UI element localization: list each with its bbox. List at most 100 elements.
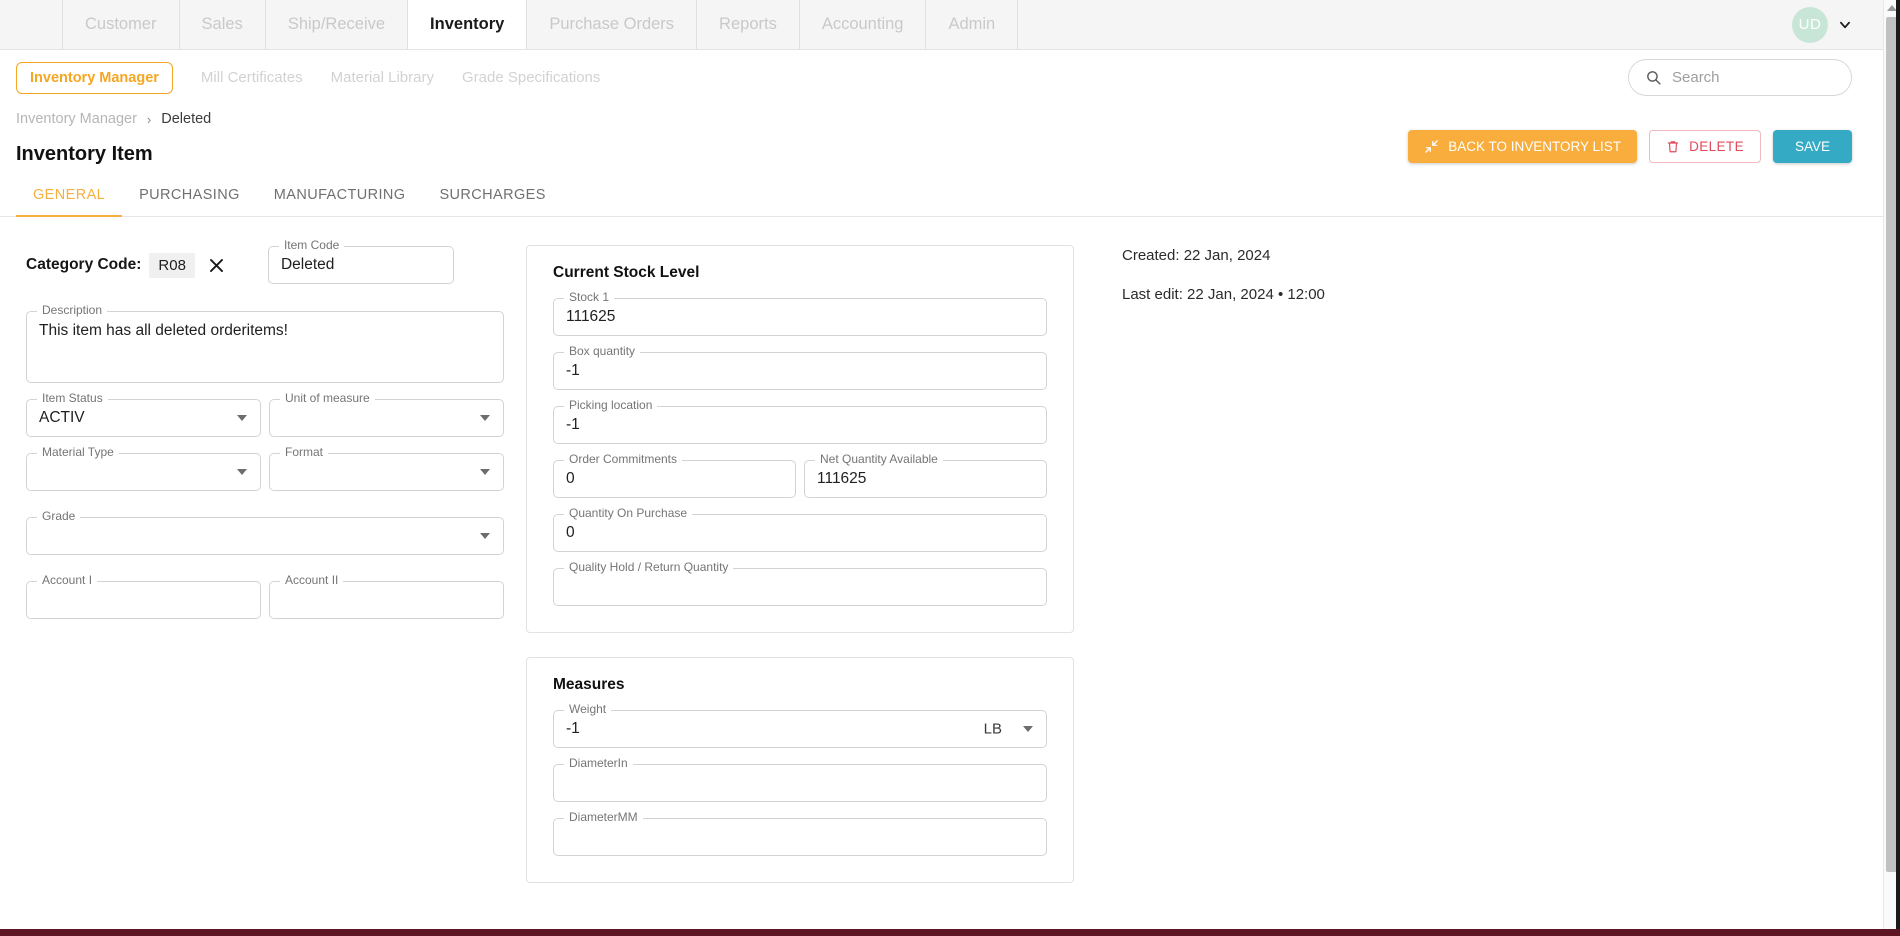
page-header: Inventory Item BACK TO INVENTORY LIST DE… — [0, 127, 1900, 173]
sub-navigation: Inventory Manager Mill Certificates Mate… — [0, 50, 1900, 105]
box-quantity-field[interactable]: Box quantity -1 — [553, 345, 1047, 390]
weight-field[interactable]: Weight -1 LB — [553, 703, 1047, 748]
nav-tab-customer[interactable]: Customer — [62, 0, 180, 49]
nav-tab-inventory[interactable]: Inventory — [407, 0, 528, 49]
account-i-field[interactable]: Account I — [26, 574, 261, 619]
material-format-row: Material Type Format — [26, 437, 504, 491]
nav-tab-admin[interactable]: Admin — [925, 0, 1019, 49]
tab-surcharges[interactable]: SURCHARGES — [422, 187, 562, 217]
subnav-link-grade-specifications[interactable]: Grade Specifications — [462, 69, 600, 86]
save-button[interactable]: SAVE — [1772, 130, 1852, 163]
nav-tab-label: Ship/Receive — [287, 15, 386, 33]
tab-manufacturing[interactable]: MANUFACTURING — [257, 187, 423, 217]
description-label: Description — [37, 304, 108, 316]
collapse-arrows-icon — [1425, 140, 1438, 153]
category-code-chip: R08 — [149, 252, 195, 278]
description-field[interactable]: Description This item has all deleted or… — [26, 304, 504, 383]
subnav-link-mill-certificates[interactable]: Mill Certificates — [201, 69, 303, 86]
clear-category-code-button[interactable] — [207, 256, 226, 275]
tab-purchasing[interactable]: PURCHASING — [122, 187, 257, 217]
quantity-on-purchase-field[interactable]: Quantity On Purchase 0 — [553, 507, 1047, 552]
grade-select[interactable]: Grade — [26, 510, 504, 555]
weight-label: Weight — [564, 703, 612, 715]
unit-of-measure-label: Unit of measure — [280, 392, 375, 404]
avatar[interactable]: UD — [1792, 6, 1828, 43]
account-ii-field[interactable]: Account II — [269, 574, 504, 619]
quantity-on-purchase-value: 0 — [566, 524, 575, 541]
page-actions: BACK TO INVENTORY LIST DELETE SAVE — [1408, 130, 1852, 163]
net-quantity-available-label: Net Quantity Available — [815, 453, 943, 465]
current-stock-level-title: Current Stock Level — [553, 264, 700, 281]
nav-tab-label: Purchase Orders — [549, 15, 675, 33]
category-code-label: Category Code: — [26, 256, 142, 273]
item-status-value: ACTIV — [39, 409, 85, 426]
quality-hold-return-quantity-field[interactable]: Quality Hold / Return Quantity — [553, 561, 1047, 606]
close-icon — [209, 258, 223, 272]
format-select[interactable]: Format — [269, 446, 504, 491]
nav-left-spacer — [0, 0, 63, 49]
diameter-mm-field[interactable]: DiameterMM — [553, 811, 1047, 856]
item-code-label: Item Code — [278, 239, 345, 251]
net-quantity-available-field[interactable]: Net Quantity Available 111625 — [804, 453, 1047, 498]
net-quantity-available-value: 111625 — [817, 470, 867, 487]
unit-of-measure-select[interactable]: Unit of measure — [269, 392, 504, 437]
record-meta-column: Created: 22 Jan, 2024 Last edit: 22 Jan,… — [1074, 245, 1884, 325]
save-button-label: SAVE — [1794, 139, 1830, 154]
diameter-in-field[interactable]: DiameterIn — [553, 757, 1047, 802]
search-input[interactable]: Search — [1628, 59, 1852, 96]
delete-button[interactable]: DELETE — [1649, 130, 1761, 163]
tab-general[interactable]: GENERAL — [16, 187, 123, 217]
item-status-label: Item Status — [37, 392, 108, 404]
stock-1-label: Stock 1 — [564, 291, 615, 303]
chevron-down-icon[interactable] — [1838, 18, 1852, 32]
nav-tab-purchase-orders[interactable]: Purchase Orders — [526, 0, 698, 49]
page-content: Category Code: R08 Item Code Deleted Des… — [0, 217, 1900, 907]
page-title: Inventory Item — [16, 142, 153, 165]
search-icon — [1647, 71, 1661, 85]
nav-tab-label: Sales — [201, 15, 243, 33]
stock-1-field[interactable]: Stock 1 111625 — [553, 291, 1047, 336]
search-placeholder: Search — [1672, 69, 1720, 86]
general-form-column: Category Code: R08 Item Code Deleted Des… — [16, 239, 504, 619]
description-value: This item has all deleted orderitems! — [39, 322, 288, 339]
nav-tab-label: Customer — [85, 15, 157, 33]
item-code-value: Deleted — [280, 256, 335, 273]
item-status-select[interactable]: Item Status ACTIV — [26, 392, 261, 437]
last-edit-date: Last edit: 22 Jan, 2024 • 12:00 — [1122, 286, 1325, 303]
subnav-link-material-library[interactable]: Material Library — [331, 69, 434, 86]
diameter-in-label: DiameterIn — [564, 757, 633, 769]
app-root: Customer Sales Ship/Receive Inventory Pu… — [0, 0, 1900, 936]
back-to-inventory-list-button[interactable]: BACK TO INVENTORY LIST — [1408, 130, 1638, 163]
order-commitments-field[interactable]: Order Commitments 0 — [553, 453, 796, 498]
breadcrumb-current: Deleted — [161, 111, 212, 127]
avatar-initials: UD — [1798, 16, 1822, 33]
subnav-pill-inventory-manager[interactable]: Inventory Manager — [16, 61, 173, 94]
nav-tab-accounting[interactable]: Accounting — [798, 0, 927, 49]
stock-1-value: 111625 — [566, 308, 616, 325]
window-right-edge — [1896, 0, 1900, 936]
chevron-down-icon — [480, 415, 490, 421]
account-ii-label: Account II — [280, 574, 344, 586]
trash-icon — [1667, 141, 1679, 153]
nav-tab-label: Admin — [948, 15, 996, 33]
order-commitments-label: Order Commitments — [564, 453, 683, 465]
current-stock-level-card: Current Stock Level Stock 1 111625 Box q… — [526, 245, 1074, 633]
material-type-select[interactable]: Material Type — [26, 446, 261, 491]
breadcrumb-separator-icon: › — [146, 111, 152, 127]
box-quantity-value: -1 — [566, 362, 580, 379]
nav-tab-reports[interactable]: Reports — [696, 0, 800, 49]
diameter-mm-label: DiameterMM — [564, 811, 643, 823]
chevron-down-icon — [237, 415, 247, 421]
format-label: Format — [280, 446, 329, 458]
chevron-down-icon[interactable] — [1023, 726, 1033, 732]
picking-location-field[interactable]: Picking location -1 — [553, 399, 1047, 444]
grade-label: Grade — [37, 510, 81, 522]
breadcrumb-root[interactable]: Inventory Manager — [16, 111, 137, 127]
nav-tab-sales[interactable]: Sales — [178, 0, 266, 49]
nav-tab-ship-receive[interactable]: Ship/Receive — [264, 0, 409, 49]
stock-and-measures-column: Current Stock Level Stock 1 111625 Box q… — [526, 245, 1074, 907]
weight-unit-value: LB — [983, 720, 1002, 738]
box-quantity-label: Box quantity — [564, 345, 641, 357]
item-code-field[interactable]: Item Code Deleted — [267, 239, 454, 284]
subnav-pill-label: Inventory Manager — [30, 69, 159, 86]
